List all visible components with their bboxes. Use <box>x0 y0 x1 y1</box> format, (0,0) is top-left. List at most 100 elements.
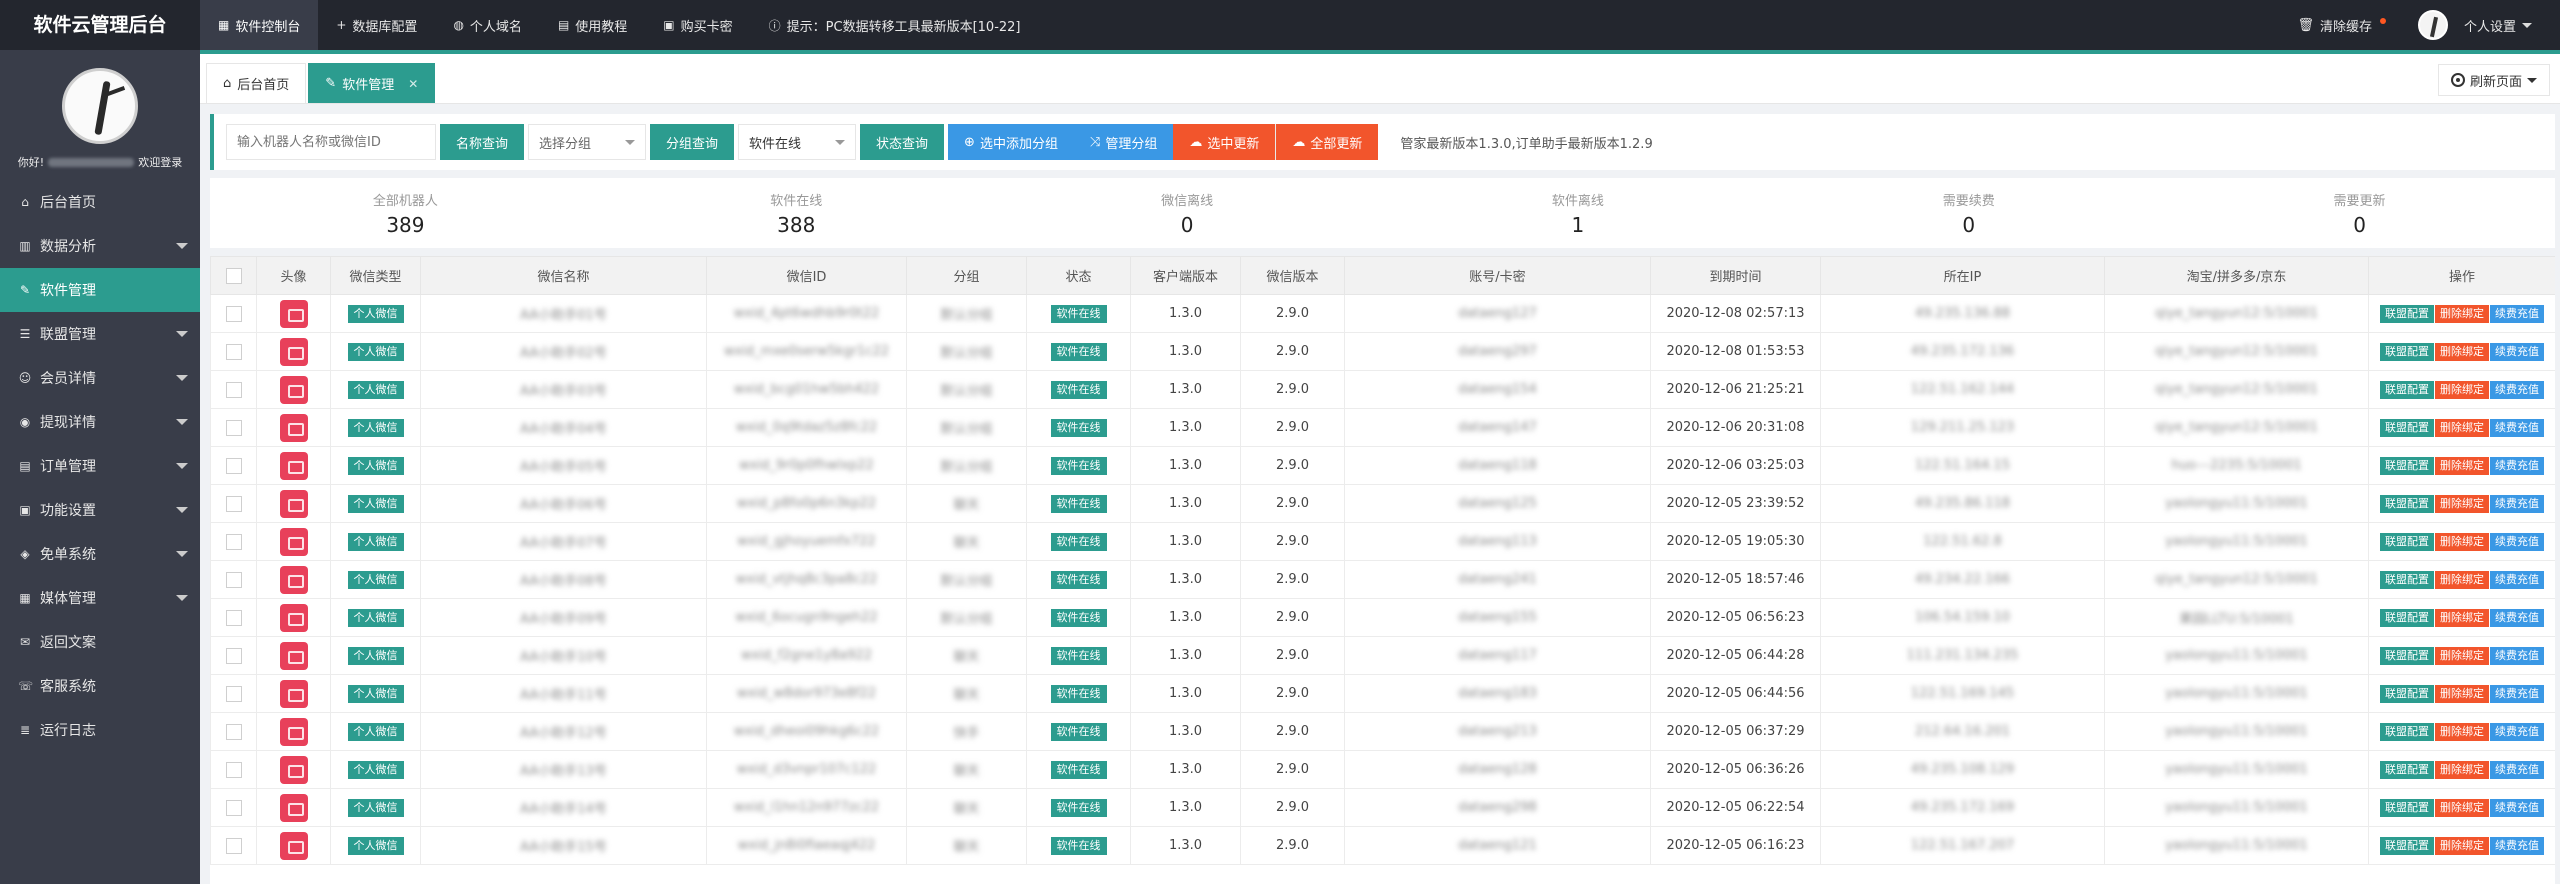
column-header[interactable] <box>210 256 257 295</box>
status-select[interactable]: 软件在线 <box>738 124 857 160</box>
nav-tutorial[interactable]: ▤ 使用教程 <box>540 0 645 50</box>
renew-button[interactable]: 续费充值 <box>2490 836 2544 855</box>
checkbox-cell[interactable] <box>210 750 257 789</box>
row-checkbox[interactable] <box>225 647 242 664</box>
renew-button[interactable]: 续费充值 <box>2490 304 2544 323</box>
delete-binding-button[interactable]: 删除绑定 <box>2435 722 2489 741</box>
close-icon[interactable]: ✕ <box>408 77 418 91</box>
table-row[interactable]: 个人微信 AA小助手13号 wxid_d3vnpr107c122 聊天 软件在线 1.3.… <box>210 750 2555 789</box>
renew-button[interactable]: 续费充值 <box>2490 494 2544 513</box>
row-checkbox[interactable] <box>225 381 242 398</box>
row-checkbox[interactable] <box>225 533 242 550</box>
sidebar-item[interactable]: ☺ 会员详情 <box>0 356 200 400</box>
checkbox-cell[interactable] <box>210 674 257 713</box>
delete-binding-button[interactable]: 删除绑定 <box>2435 304 2489 323</box>
table-row[interactable]: 个人微信 AA小助手01号 wxid_4pt6wdhb9r0t22 默认分组 软件在线 1… <box>210 294 2555 333</box>
row-checkbox[interactable] <box>225 419 242 436</box>
alliance-config-button[interactable]: 联盟配置 <box>2380 722 2434 741</box>
renew-button[interactable]: 续费充值 <box>2490 722 2544 741</box>
nav-tip[interactable]: ⓘ 提示：PC数据转移工具最新版本[10-22] <box>751 0 1039 50</box>
table-row[interactable]: 个人微信 AA小助手12号 wxid_dheoi09hkg6c22 快手 软件在线 1.3… <box>210 712 2555 751</box>
alliance-config-button[interactable]: 联盟配置 <box>2380 608 2434 627</box>
name-search-input[interactable] <box>226 124 436 160</box>
table-row[interactable]: 个人微信 AA小助手14号 wxid_l1hn12n977zc22 聊天 软件在线 1.3… <box>210 788 2555 827</box>
alliance-config-button[interactable]: 联盟配置 <box>2380 532 2434 551</box>
sidebar-item[interactable]: ⌂ 后台首页 <box>0 180 200 224</box>
checkbox-cell[interactable] <box>210 332 257 371</box>
checkbox-cell[interactable] <box>210 484 257 523</box>
sidebar-item[interactable]: ▦ 媒体管理 <box>0 576 200 620</box>
renew-button[interactable]: 续费充值 <box>2490 646 2544 665</box>
row-checkbox[interactable] <box>225 495 242 512</box>
checkbox-cell[interactable] <box>210 294 257 333</box>
checkbox-cell[interactable] <box>210 826 257 865</box>
delete-binding-button[interactable]: 删除绑定 <box>2435 684 2489 703</box>
sidebar-item[interactable]: ✎ 软件管理 <box>0 268 200 312</box>
nav-console[interactable]: ▦ 软件控制台 <box>200 0 319 50</box>
checkbox-cell[interactable] <box>210 598 257 637</box>
delete-binding-button[interactable]: 删除绑定 <box>2435 456 2489 475</box>
sidebar-item[interactable]: ▤ 订单管理 <box>0 444 200 488</box>
select-all-checkbox[interactable] <box>225 267 242 284</box>
row-checkbox[interactable] <box>225 457 242 474</box>
renew-button[interactable]: 续费充值 <box>2490 380 2544 399</box>
table-row[interactable]: 个人微信 AA小助手04号 wxid_0q9tdaz5z8fc22 默认分组 软件在线 1… <box>210 408 2555 447</box>
alliance-config-button[interactable]: 联盟配置 <box>2380 380 2434 399</box>
table-row[interactable]: 个人微信 AA小助手10号 wxid_f2gne1y8a922 聊天 软件在线 1.3.0… <box>210 636 2555 675</box>
table-row[interactable]: 个人微信 AA小助手07号 wxid_gjhoyuemfx722 聊天 软件在线 1.3.… <box>210 522 2555 561</box>
renew-button[interactable]: 续费充值 <box>2490 570 2544 589</box>
alliance-config-button[interactable]: 联盟配置 <box>2380 342 2434 361</box>
refresh-page-button[interactable]: 刷新页面 <box>2437 64 2550 96</box>
tab-software-management[interactable]: ✎ 软件管理 ✕ <box>308 63 436 103</box>
alliance-config-button[interactable]: 联盟配置 <box>2380 418 2434 437</box>
group-select[interactable]: 选择分组 <box>528 124 647 160</box>
sidebar-item[interactable]: ◉ 提现详情 <box>0 400 200 444</box>
group-search-button[interactable]: 分组查询 <box>650 124 735 160</box>
update-selected-button[interactable]: ☁ 选中更新 <box>1173 124 1276 160</box>
delete-binding-button[interactable]: 删除绑定 <box>2435 760 2489 779</box>
sidebar-item[interactable]: ☏ 客服系统 <box>0 664 200 708</box>
sidebar-item[interactable]: ◈ 免单系统 <box>0 532 200 576</box>
row-checkbox[interactable] <box>225 685 242 702</box>
table-row[interactable]: 个人微信 AA小助手11号 wxid_w8dor973e8f22 聊天 软件在线 1.3.… <box>210 674 2555 713</box>
checkbox-cell[interactable] <box>210 560 257 599</box>
delete-binding-button[interactable]: 删除绑定 <box>2435 342 2489 361</box>
alliance-config-button[interactable]: 联盟配置 <box>2380 570 2434 589</box>
renew-button[interactable]: 续费充值 <box>2490 456 2544 475</box>
delete-binding-button[interactable]: 删除绑定 <box>2435 570 2489 589</box>
checkbox-cell[interactable] <box>210 370 257 409</box>
delete-binding-button[interactable]: 删除绑定 <box>2435 418 2489 437</box>
row-checkbox[interactable] <box>225 609 242 626</box>
nav-domain[interactable]: ◍ 个人域名 <box>435 0 540 50</box>
row-checkbox[interactable] <box>225 837 242 854</box>
nav-buy-card[interactable]: ▣ 购买卡密 <box>645 0 750 50</box>
renew-button[interactable]: 续费充值 <box>2490 608 2544 627</box>
table-row[interactable]: 个人微信 AA小助手05号 wxid_9r0p0fhwlxp22 默认分组 软件在线 1.… <box>210 446 2555 485</box>
renew-button[interactable]: 续费充值 <box>2490 684 2544 703</box>
row-checkbox[interactable] <box>225 343 242 360</box>
name-search-button[interactable]: 名称查询 <box>440 124 525 160</box>
table-row[interactable]: 个人微信 AA小助手15号 wxid_jn8i0fiaeaqj422 聊天 软件在线 1.… <box>210 826 2555 865</box>
checkbox-cell[interactable] <box>210 788 257 827</box>
delete-binding-button[interactable]: 删除绑定 <box>2435 532 2489 551</box>
delete-binding-button[interactable]: 删除绑定 <box>2435 380 2489 399</box>
renew-button[interactable]: 续费充值 <box>2490 418 2544 437</box>
add-group-button[interactable]: ⊕ 选中添加分组 <box>948 124 1074 160</box>
checkbox-cell[interactable] <box>210 636 257 675</box>
sidebar-item[interactable]: ✉ 返回文案 <box>0 620 200 664</box>
status-search-button[interactable]: 状态查询 <box>860 124 945 160</box>
renew-button[interactable]: 续费充值 <box>2490 342 2544 361</box>
alliance-config-button[interactable]: 联盟配置 <box>2380 760 2434 779</box>
renew-button[interactable]: 续费充值 <box>2490 532 2544 551</box>
row-checkbox[interactable] <box>225 305 242 322</box>
table-row[interactable]: 个人微信 AA小助手08号 wxid_vtjhq8c3pa8c22 默认分组 软件在线 1… <box>210 560 2555 599</box>
delete-binding-button[interactable]: 删除绑定 <box>2435 836 2489 855</box>
nav-db-config[interactable]: + 数据库配置 <box>318 0 435 50</box>
alliance-config-button[interactable]: 联盟配置 <box>2380 646 2434 665</box>
tab-home[interactable]: ⌂ 后台首页 <box>206 63 307 103</box>
manage-group-button[interactable]: ⤨ 管理分组 <box>1073 124 1174 160</box>
renew-button[interactable]: 续费充值 <box>2490 760 2544 779</box>
checkbox-cell[interactable] <box>210 408 257 447</box>
sidebar-item[interactable]: ≣ 运行日志 <box>0 708 200 752</box>
row-checkbox[interactable] <box>225 799 242 816</box>
